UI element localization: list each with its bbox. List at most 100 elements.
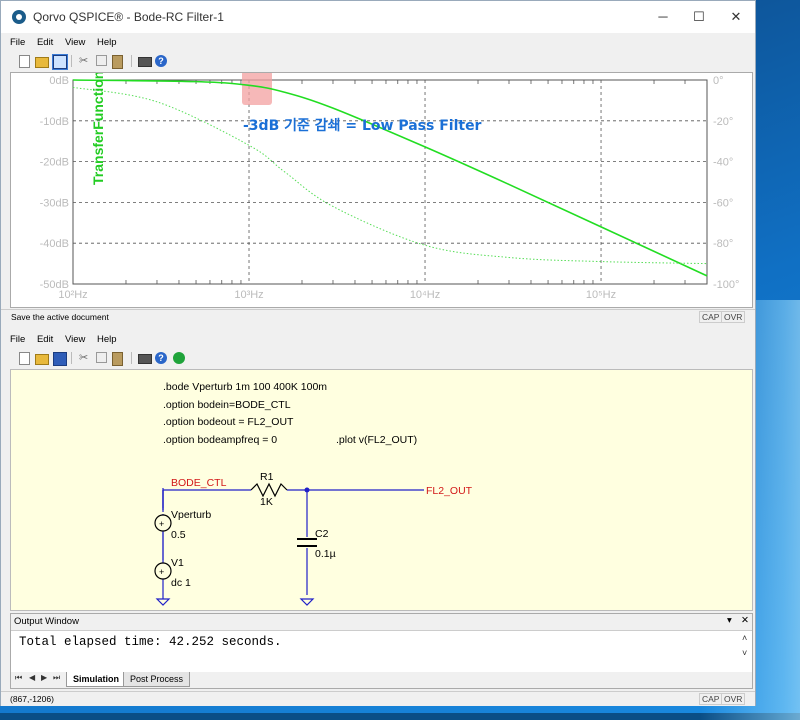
output-window-title: Output Window xyxy=(14,616,79,627)
plot-directive[interactable]: .plot v(FL2_OUT) xyxy=(336,434,417,446)
vperturb-name[interactable]: Vperturb xyxy=(171,509,211,521)
close-button[interactable]: ✕ xyxy=(723,7,749,27)
status-bar-top: Save the active document CAP OVR xyxy=(1,309,755,325)
y-axis-label: TransferFunction xyxy=(90,73,106,185)
y-tick-label-right: -80° xyxy=(713,238,733,250)
c2-name[interactable]: C2 xyxy=(315,528,329,540)
run-simulation-icon[interactable] xyxy=(173,352,185,364)
output-tab-strip: ⏮ ◀ ▶ ⏭ Simulation Post Process xyxy=(11,672,752,688)
new-document-icon[interactable] xyxy=(19,55,30,68)
v1-name[interactable]: V1 xyxy=(171,557,184,569)
y-tick-label-left: -40dB xyxy=(40,238,69,250)
tab-nav-next-icon[interactable]: ▶ xyxy=(41,673,47,682)
net-label-fl2out[interactable]: FL2_OUT xyxy=(426,485,473,497)
overwrite-indicator: OVR xyxy=(721,311,746,323)
tab-nav-last-icon[interactable]: ⏭ xyxy=(53,673,60,683)
ground-symbol xyxy=(155,598,171,606)
toolbar-separator xyxy=(71,55,72,67)
menu-view[interactable]: View xyxy=(65,331,85,349)
scroll-down-icon[interactable]: ˅ xyxy=(742,648,747,658)
menu-file[interactable]: File xyxy=(10,331,25,349)
save-icon[interactable] xyxy=(53,352,67,366)
help-icon[interactable]: ? xyxy=(155,352,167,364)
tab-nav-prev-icon[interactable]: ◀ xyxy=(29,673,35,682)
c2-value[interactable]: 0.1µ xyxy=(315,548,336,560)
pin-dropdown-icon[interactable]: ▾ xyxy=(727,615,732,626)
y-tick-label-right: -40° xyxy=(713,157,733,169)
waveform-toolbar: ✂ ? xyxy=(1,52,755,70)
bode-directive[interactable]: .bode Vperturb 1m 100 400K 100m xyxy=(163,381,327,393)
save-icon[interactable] xyxy=(52,54,68,70)
wires xyxy=(162,488,424,595)
x-tick-label: 10²Hz xyxy=(58,289,87,301)
menu-help[interactable]: Help xyxy=(97,331,117,349)
x-tick-label: 10³Hz xyxy=(234,289,263,301)
output-text-area[interactable]: Total elapsed time: 42.252 seconds. ˄ ˅ xyxy=(11,631,752,673)
schematic-toolbar: ✂ ? xyxy=(1,349,755,367)
help-icon[interactable]: ? xyxy=(155,55,167,67)
x-tick-label: 10⁵Hz xyxy=(586,289,616,301)
maximize-button[interactable]: ☐ xyxy=(686,7,712,27)
resistor-r1[interactable] xyxy=(250,482,288,498)
print-icon[interactable] xyxy=(138,354,152,364)
cursor-coordinates: (867,-1206) xyxy=(10,694,54,704)
menu-help[interactable]: Help xyxy=(97,34,117,52)
print-icon[interactable] xyxy=(138,57,152,67)
copy-icon[interactable] xyxy=(96,352,107,363)
caps-indicator: CAP xyxy=(699,693,723,705)
tab-post-process[interactable]: Post Process xyxy=(123,672,191,687)
junction-dot xyxy=(304,487,310,493)
title-bar[interactable]: Qorvo QSPICE® - Bode-RC Filter-1 ─ ☐ ✕ xyxy=(1,1,755,33)
menu-edit[interactable]: Edit xyxy=(37,34,53,52)
schematic-canvas[interactable]: .bode Vperturb 1m 100 400K 100m .option … xyxy=(10,369,753,611)
open-folder-icon[interactable] xyxy=(35,354,49,365)
bodein-directive[interactable]: .option bodein=BODE_CTL xyxy=(163,399,291,411)
tab-simulation[interactable]: Simulation xyxy=(66,672,127,687)
copy-icon[interactable] xyxy=(96,55,107,66)
plot-annotation: -3dB 기준 감쇄 = Low Pass Filter xyxy=(243,117,482,134)
net-label-bodectl[interactable]: BODE_CTL xyxy=(171,477,227,489)
plot-series xyxy=(72,79,708,277)
qspice-window: Qorvo QSPICE® - Bode-RC Filter-1 ─ ☐ ✕ F… xyxy=(0,0,756,706)
r1-value[interactable]: 1K xyxy=(260,496,273,508)
waveform-menu-bar: File Edit View Help xyxy=(1,34,117,52)
bode-plot[interactable]: 0dB-10dB-20dB-30dB-40dB-50dB 0°-20°-40°-… xyxy=(11,71,752,307)
open-folder-icon[interactable] xyxy=(35,57,49,68)
bode-plot-pane[interactable]: 0dB -10dB -20dB -30dB -40dB -50dB 0° -20° -40° -… xyxy=(10,71,753,308)
tab-nav-first-icon[interactable]: ⏮ xyxy=(15,673,22,683)
minimize-button[interactable]: ─ xyxy=(650,7,676,27)
y-tick-label-left: 0dB xyxy=(49,75,69,87)
window-title: Qorvo QSPICE® - Bode-RC Filter-1 xyxy=(33,10,224,24)
y-tick-label-left: -20dB xyxy=(40,157,69,169)
bodeampfreq-directive[interactable]: .option bodeampfreq = 0 xyxy=(163,434,277,446)
status-message: Save the active document xyxy=(11,312,109,322)
output-line: Total elapsed time: 42.252 seconds. xyxy=(19,635,282,649)
menu-view[interactable]: View xyxy=(65,34,85,52)
paste-icon[interactable] xyxy=(112,352,123,366)
x-tick-label: 10⁴Hz xyxy=(410,289,440,301)
y-tick-label-right: -100° xyxy=(713,279,739,291)
vperturb-value[interactable]: 0.5 xyxy=(171,529,186,541)
qspice-app-icon xyxy=(12,10,26,24)
menu-file[interactable]: File xyxy=(10,34,25,52)
y-tick-label-left: -30dB xyxy=(40,197,69,209)
output-window-header[interactable]: Output Window ▾ ✕ xyxy=(11,614,752,631)
schematic-drawing[interactable]: .bode Vperturb 1m 100 400K 100m .option … xyxy=(11,370,752,610)
x-axis-ticks: 10²Hz 10³Hz 10⁴Hz 10⁵Hz xyxy=(58,289,616,301)
paste-icon[interactable] xyxy=(112,55,123,69)
new-document-icon[interactable] xyxy=(19,352,30,365)
toolbar-separator xyxy=(131,55,132,67)
svg-text:+: + xyxy=(159,567,164,577)
y-tick-label-left: -10dB xyxy=(40,116,69,128)
cut-icon[interactable]: ✂ xyxy=(79,352,91,364)
bodeout-directive[interactable]: .option bodeout = FL2_OUT xyxy=(163,416,294,428)
output-close-icon[interactable]: ✕ xyxy=(741,615,749,626)
toolbar-separator xyxy=(131,352,132,364)
r1-name[interactable]: R1 xyxy=(260,471,274,483)
cut-icon[interactable]: ✂ xyxy=(79,55,91,67)
menu-edit[interactable]: Edit xyxy=(37,331,53,349)
overwrite-indicator: OVR xyxy=(721,693,746,705)
scroll-up-icon[interactable]: ˄ xyxy=(742,633,747,643)
v1-value[interactable]: dc 1 xyxy=(171,577,191,589)
plot-frame xyxy=(72,79,708,285)
